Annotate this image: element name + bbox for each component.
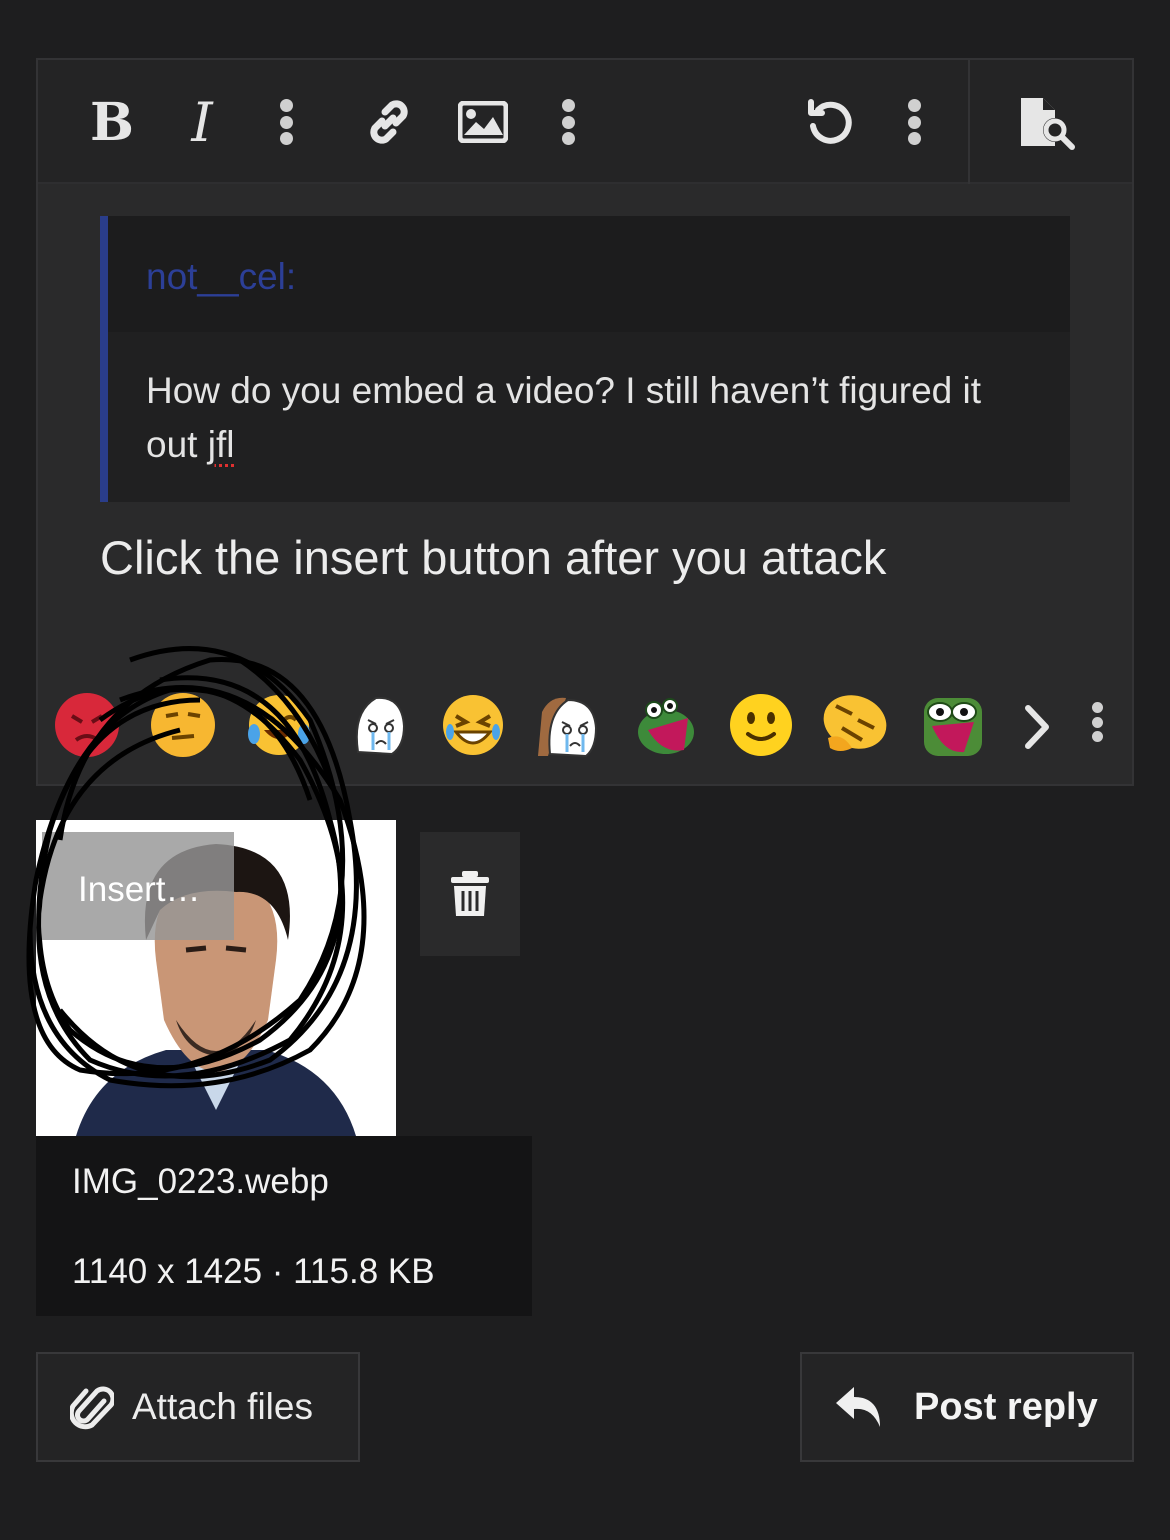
attachment-thumbnail[interactable]: Insert… — [36, 820, 396, 1136]
delete-attachment-button[interactable] — [420, 832, 520, 956]
insert-link-button[interactable] — [358, 90, 420, 154]
attachment-card: Insert… IMG_0223.webp 1140 x 1425 · 115.… — [36, 820, 532, 1316]
file-name: IMG_0223.webp — [72, 1162, 329, 1201]
toolbar-divider — [968, 60, 970, 184]
post-reply-button[interactable]: Post reply — [800, 1352, 1134, 1462]
reply-text[interactable]: Click the insert button after you attack — [100, 530, 886, 585]
neutral-emoji-icon[interactable] — [150, 692, 216, 758]
chevron-right-icon[interactable] — [1022, 702, 1052, 752]
quoted-post: not__cel: How do you embed a video? I st… — [100, 216, 1070, 502]
post-reply-label: Post reply — [914, 1385, 1098, 1428]
undo-button[interactable] — [800, 90, 860, 154]
angry-emoji-icon[interactable] — [54, 692, 120, 758]
more-text-options-button[interactable] — [274, 90, 298, 154]
bold-button[interactable]: B — [82, 90, 142, 154]
thinking-tilted-emoji-icon[interactable] — [822, 692, 888, 758]
quote-body-text: How do you embed a video? I still haven’… — [146, 370, 982, 465]
misspelled-word: jfl — [207, 424, 235, 465]
file-meta: 1140 x 1425 · 115.8 KB — [72, 1252, 435, 1291]
quote-author: not__cel: — [146, 256, 297, 297]
link-icon — [370, 100, 408, 144]
crying-laughing-emoji-icon[interactable] — [246, 692, 312, 758]
wojak-crying-hooded-icon[interactable] — [536, 692, 602, 758]
quote-body: How do you embed a video? I still haven’… — [146, 364, 1026, 472]
kebab-icon — [1092, 702, 1103, 742]
kebab-icon — [561, 99, 575, 145]
kebab-icon — [279, 99, 293, 145]
kebab-icon — [907, 99, 921, 145]
preview-button[interactable] — [1014, 90, 1084, 154]
editor-toolbar: B I — [38, 60, 1132, 184]
italic-button[interactable]: I — [174, 90, 230, 154]
image-icon — [458, 101, 508, 143]
undo-icon — [808, 99, 852, 144]
more-insert-options-button[interactable] — [556, 90, 580, 154]
cringe-grin-emoji-icon[interactable] — [440, 692, 506, 758]
wojak-crying-icon[interactable] — [346, 692, 412, 758]
slight-smile-emoji-icon[interactable] — [728, 692, 794, 758]
emoji-more-button[interactable] — [1092, 702, 1103, 742]
attach-files-label: Attach files — [132, 1386, 313, 1427]
quote-header: not__cel: — [108, 216, 1070, 332]
frog-screaming-icon[interactable] — [632, 692, 698, 758]
more-options-button[interactable] — [902, 90, 926, 154]
preview-icon — [1021, 98, 1075, 150]
trash-icon — [451, 871, 489, 916]
attach-files-button[interactable]: Attach files — [36, 1352, 360, 1462]
pepe-screaming-icon[interactable] — [920, 692, 986, 758]
emoji-bar — [38, 688, 1132, 784]
attachment-info: IMG_0223.webp 1140 x 1425 · 115.8 KB — [36, 1136, 532, 1316]
reply-editor: B I not__cel: How do you embed a video? … — [36, 58, 1134, 786]
paperclip-icon — [70, 1386, 114, 1430]
reply-arrow-icon — [836, 1387, 880, 1427]
insert-image-button[interactable] — [456, 90, 510, 154]
insert-button[interactable]: Insert… — [42, 832, 234, 940]
